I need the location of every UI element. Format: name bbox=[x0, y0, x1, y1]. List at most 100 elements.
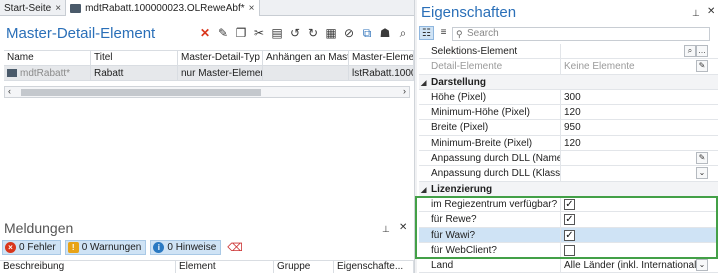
property-value: ✓ bbox=[561, 212, 718, 226]
tab-mdtrabatt[interactable]: mdtRabatt.100000023.OLReweAbf* × bbox=[66, 0, 260, 16]
category-text: Darstellung bbox=[431, 76, 487, 88]
property-row-webclient[interactable]: für WebClient? bbox=[419, 242, 718, 259]
property-value[interactable]: 950 bbox=[561, 120, 718, 134]
column-header[interactable]: Gruppe bbox=[274, 261, 334, 273]
search-icon[interactable]: ⌕ bbox=[684, 45, 696, 57]
checkbox-webclient[interactable] bbox=[564, 244, 575, 256]
property-grid: Selektions-Element ⌕ … Detail-Elemente K… bbox=[419, 44, 718, 273]
delete-icon[interactable]: ✕ bbox=[198, 26, 212, 40]
row-cell-master: lstRabatt.1000 bbox=[349, 66, 414, 80]
property-row-breite[interactable]: Breite (Pixel) 950 bbox=[419, 120, 718, 136]
refresh-icon[interactable]: ↻ bbox=[306, 26, 320, 40]
search-input[interactable]: ⚲ Search bbox=[452, 27, 710, 41]
column-header[interactable]: Beschreibung bbox=[0, 261, 176, 273]
property-row-regiezentrum[interactable]: im Regiezentrum verfügbar? ✓ bbox=[419, 196, 718, 213]
column-header[interactable]: Name bbox=[4, 51, 91, 65]
document-tabs: Start-Seite × mdtRabatt.100000023.OLRewe… bbox=[0, 0, 414, 16]
property-name: Land bbox=[419, 258, 561, 273]
property-name: Anpassung durch DLL (Name) bbox=[419, 151, 561, 166]
toolbar: ✕ ✎ ❐ ✂ ▤ ↺ ↻ ▦ ⊘ ⧉ ☗ ⌕ bbox=[198, 26, 410, 40]
property-value[interactable] bbox=[561, 151, 718, 165]
filter-warnings-button[interactable]: ! 0 Warnungen bbox=[64, 240, 147, 255]
export-icon[interactable]: ▦ bbox=[324, 26, 338, 40]
close-icon[interactable]: × bbox=[55, 3, 61, 14]
property-row-dll-name[interactable]: Anpassung durch DLL (Name) ✎ bbox=[419, 151, 718, 167]
edit-icon[interactable]: ✎ bbox=[696, 152, 708, 165]
row-cell-typ: nur Master-Element bbox=[178, 66, 263, 80]
category-darstellung[interactable]: ◢ Darstellung bbox=[419, 74, 718, 90]
copy-icon[interactable]: ❐ bbox=[234, 26, 248, 40]
column-header[interactable]: Titel bbox=[91, 51, 178, 65]
chevron-down-icon[interactable]: ⌄ bbox=[696, 167, 708, 180]
check-icon[interactable]: ⊘ bbox=[342, 26, 356, 40]
column-header[interactable]: Anhängen an Mast... bbox=[263, 51, 349, 65]
run-icon[interactable]: ☗ bbox=[378, 26, 392, 40]
checkbox-regiezentrum[interactable]: ✓ bbox=[564, 198, 575, 210]
scroll-thumb[interactable] bbox=[21, 89, 261, 96]
property-value[interactable]: 120 bbox=[561, 136, 718, 150]
edit-icon[interactable]: ✎ bbox=[216, 26, 230, 40]
document-icon bbox=[70, 3, 82, 13]
property-value[interactable]: 300 bbox=[561, 90, 718, 104]
property-name: Breite (Pixel) bbox=[419, 120, 561, 135]
property-row-dll-klasse[interactable]: Anpassung durch DLL (Klassenn... ⌄ bbox=[419, 166, 718, 182]
horizontal-scrollbar[interactable]: ‹ › bbox=[4, 86, 410, 98]
cut-icon[interactable]: ✂ bbox=[252, 26, 266, 40]
undo-icon[interactable]: ↺ bbox=[288, 26, 302, 40]
info-icon: i bbox=[153, 242, 165, 253]
table-row[interactable]: mdtRabatt* Rabatt nur Master-Element lst… bbox=[4, 66, 414, 81]
tab-label: mdtRabatt.100000023.OLReweAbf* bbox=[85, 2, 245, 14]
filter-hints-button[interactable]: i 0 Hinweise bbox=[150, 240, 222, 255]
property-value[interactable]: Alle Länder (inkl. International) bbox=[561, 258, 718, 272]
chevron-down-icon[interactable]: ⌄ bbox=[696, 259, 708, 272]
tab-start-seite[interactable]: Start-Seite × bbox=[0, 0, 67, 16]
property-row-land[interactable]: Land Alle Länder (inkl. International) ⌄ bbox=[419, 258, 718, 273]
column-header[interactable]: Master-Eleme bbox=[349, 51, 414, 65]
property-row-hoehe[interactable]: Höhe (Pixel) 300 bbox=[419, 89, 718, 106]
filter-label: 0 Hinweise bbox=[167, 242, 217, 253]
close-icon[interactable]: ✕ bbox=[707, 6, 715, 17]
properties-title: Eigenschaften bbox=[421, 4, 517, 21]
categorized-view-icon[interactable]: ☷ bbox=[419, 26, 434, 40]
scroll-right-icon[interactable]: › bbox=[403, 86, 406, 96]
property-row-wawi[interactable]: für Wawi? ✓ bbox=[419, 227, 718, 243]
duplicate-icon[interactable]: ⧉ bbox=[360, 26, 374, 40]
property-name: Detail-Elemente bbox=[419, 59, 561, 74]
property-name: Höhe (Pixel) bbox=[419, 89, 561, 105]
checkbox-rewe[interactable]: ✓ bbox=[564, 214, 575, 226]
column-header[interactable]: Eigenschafte... bbox=[334, 261, 414, 273]
ellipsis-icon[interactable]: … bbox=[696, 45, 708, 57]
preview-icon[interactable]: ⌕ bbox=[396, 26, 410, 40]
checkbox-wawi[interactable]: ✓ bbox=[564, 229, 575, 241]
property-value: ✓ bbox=[561, 197, 718, 211]
scroll-left-icon[interactable]: ‹ bbox=[8, 86, 11, 96]
category-text: Lizenzierung bbox=[431, 183, 493, 195]
property-row-detail[interactable]: Detail-Elemente Keine Elemente ✎ bbox=[419, 59, 718, 75]
property-value[interactable]: 120 bbox=[561, 105, 718, 119]
close-icon[interactable]: ✕ bbox=[399, 222, 407, 233]
pin-icon[interactable]: ⊥ bbox=[692, 8, 700, 19]
property-row-min-hoehe[interactable]: Minimum-Höhe (Pixel) 120 bbox=[419, 105, 718, 121]
collapse-icon[interactable]: ◢ bbox=[421, 183, 431, 198]
clear-filter-icon[interactable]: ⌫ bbox=[227, 241, 243, 254]
messages-title: Meldungen bbox=[4, 220, 74, 236]
property-name: Minimum-Höhe (Pixel) bbox=[419, 105, 561, 120]
panel-splitter[interactable] bbox=[414, 0, 417, 273]
property-row-selektion[interactable]: Selektions-Element ⌕ … bbox=[419, 44, 718, 60]
edit-icon[interactable]: ✎ bbox=[696, 60, 708, 73]
filter-label: 0 Warnungen bbox=[81, 242, 142, 253]
close-icon[interactable]: × bbox=[249, 3, 255, 14]
property-row-min-breite[interactable]: Minimum-Breite (Pixel) 120 bbox=[419, 135, 718, 152]
collapse-icon[interactable]: ◢ bbox=[421, 76, 431, 91]
pin-icon[interactable]: ⊥ bbox=[382, 224, 390, 235]
property-value[interactable] bbox=[561, 166, 718, 180]
column-header[interactable]: Master-Detail-Typ bbox=[178, 51, 263, 65]
property-name: Selektions-Element bbox=[419, 44, 561, 59]
category-label: ◢ Darstellung bbox=[419, 75, 486, 89]
column-header[interactable]: Element bbox=[176, 261, 274, 273]
paste-icon[interactable]: ▤ bbox=[270, 26, 284, 40]
category-lizenzierung[interactable]: ◢ Lizenzierung bbox=[419, 181, 718, 198]
property-row-rewe[interactable]: für Rewe? ✓ bbox=[419, 212, 718, 228]
filter-errors-button[interactable]: × 0 Fehler bbox=[2, 240, 61, 255]
alphabetical-view-icon[interactable]: ≡ bbox=[436, 26, 451, 40]
